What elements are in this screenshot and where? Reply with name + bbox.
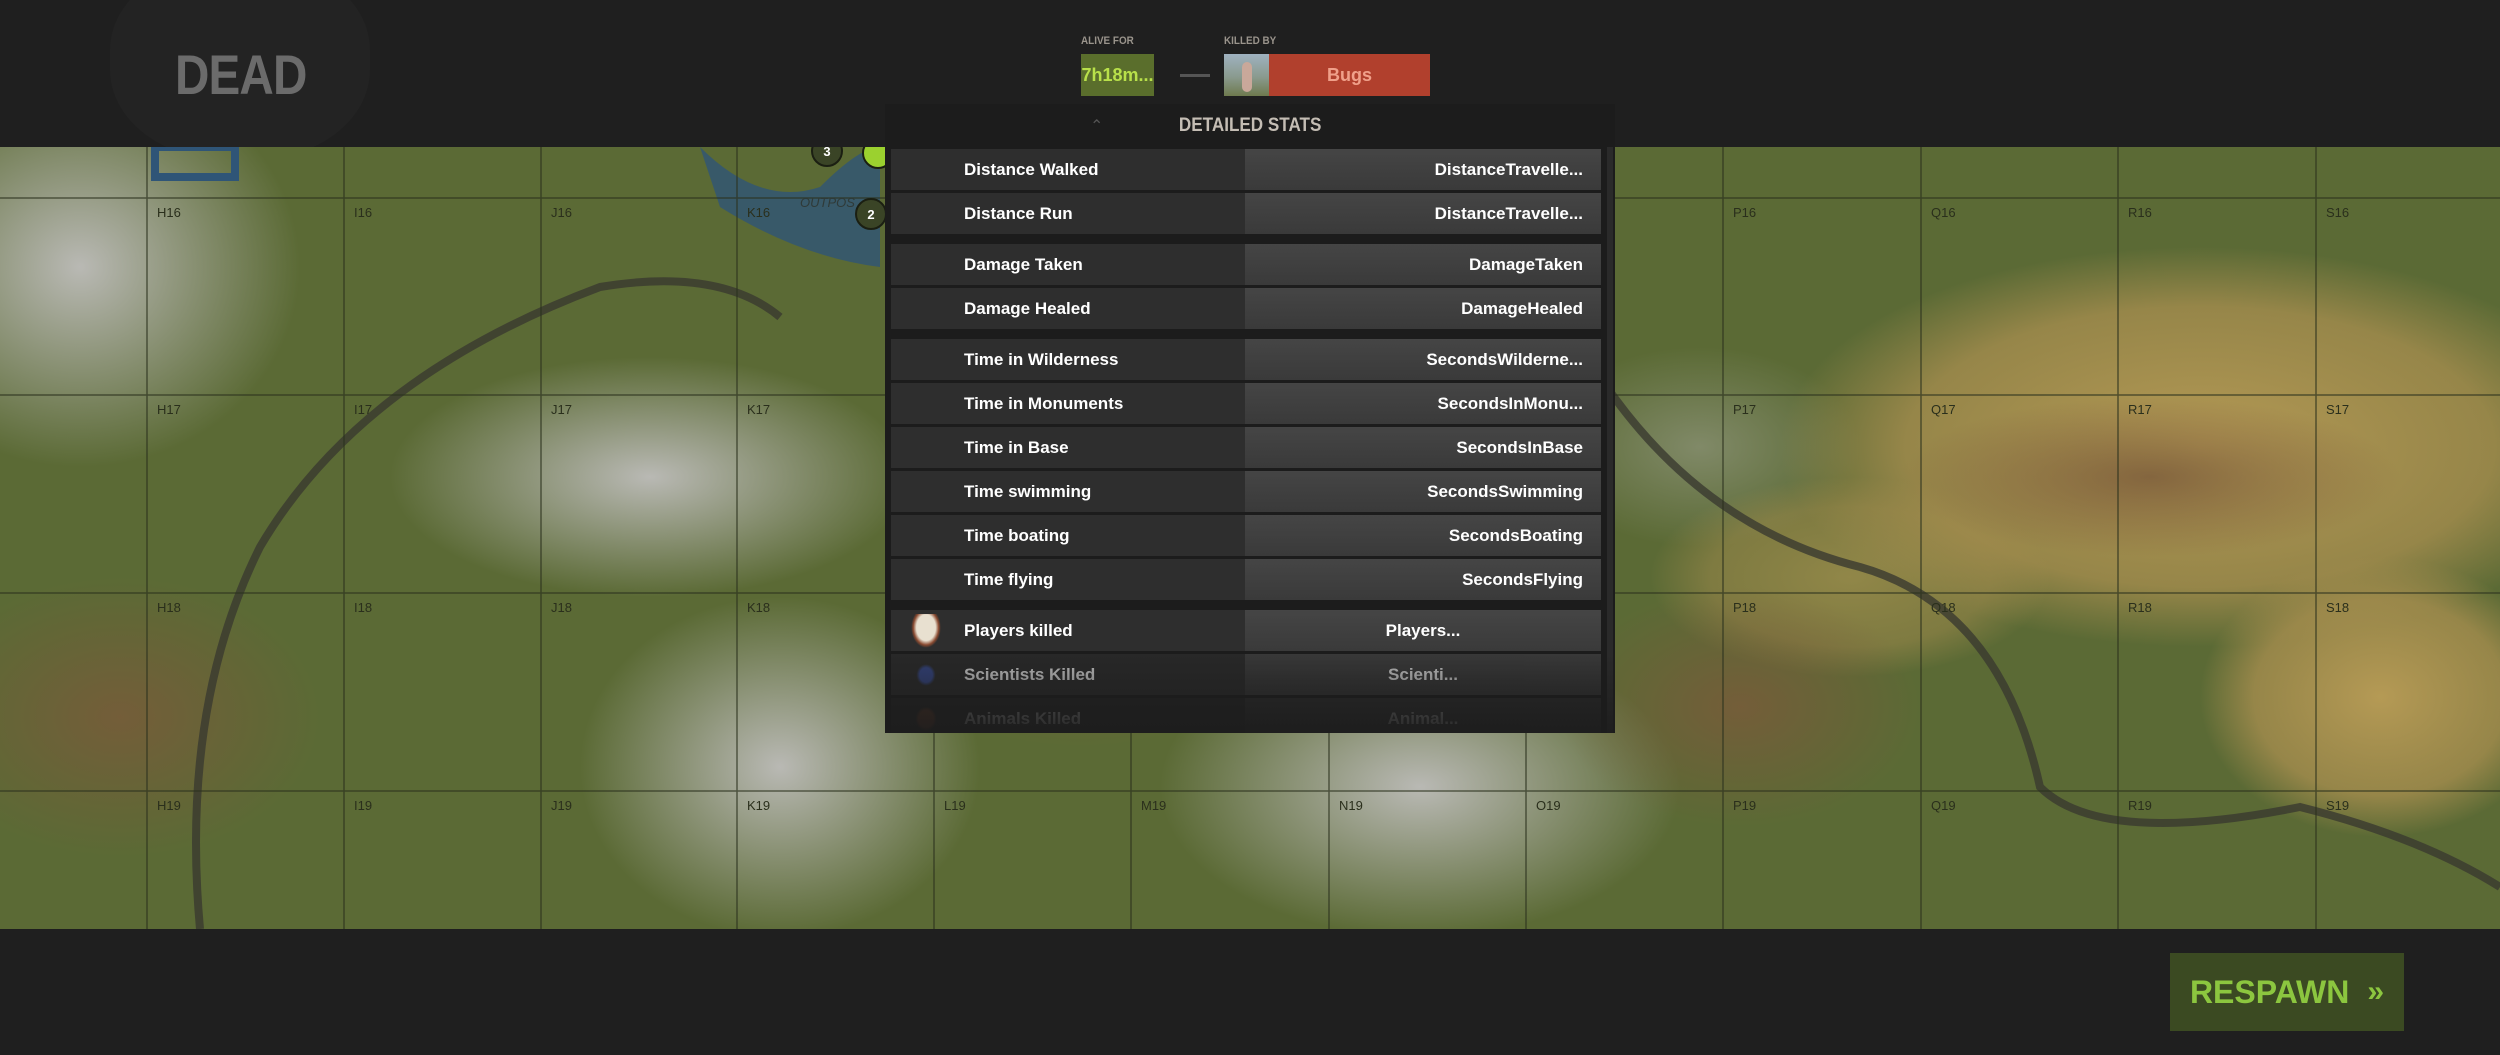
killer-name: Bugs <box>1327 64 1372 85</box>
stat-label: Distance Run <box>891 193 1245 234</box>
double-chevron-right-icon: » <box>2367 975 2385 1008</box>
stat-row: Damage Taken DamageTaken <box>891 244 1601 285</box>
grid-label: M19 <box>1141 798 1167 813</box>
grid-label: Q16 <box>1931 205 1956 220</box>
grid-label: O19 <box>1536 798 1561 813</box>
scrollbar[interactable] <box>1607 147 1613 733</box>
grid-label: J19 <box>551 798 572 813</box>
detailed-stats-header[interactable]: ⌃ DETAILED STATS <box>885 104 1615 147</box>
grid-label: S18 <box>2326 600 2350 615</box>
animal-icon <box>911 702 941 733</box>
alive-for-label: ALIVE FOR <box>1081 35 1134 47</box>
skull-icon <box>911 614 941 648</box>
grid-label: P19 <box>1733 798 1757 813</box>
stat-label: Time boating <box>891 515 1245 556</box>
place-label: OUTPOS <box>800 195 855 210</box>
grid-label: S17 <box>2326 402 2350 417</box>
stat-value: SecondsWilderne... <box>1245 339 1601 380</box>
grid-label: J16 <box>551 205 572 220</box>
stat-value: DamageHealed <box>1245 288 1601 329</box>
grid-label: L19 <box>944 798 966 813</box>
alive-for-value: 7h18m... <box>1081 54 1154 96</box>
stat-value: SecondsBoating <box>1245 515 1601 556</box>
respawn-label: RESPAWN <box>2189 973 2350 1010</box>
grid-label: R16 <box>2128 205 2152 220</box>
grid-label: I16 <box>354 205 373 220</box>
grid-label: R17 <box>2128 402 2152 417</box>
stat-value: SecondsInMonu... <box>1245 383 1601 424</box>
grid-label: J17 <box>551 402 572 417</box>
killer-card: Bugs <box>1224 54 1430 96</box>
stat-value: SecondsSwimming <box>1245 471 1601 512</box>
stat-label: Time swimming <box>891 471 1245 512</box>
grid-label: Q18 <box>1931 600 1956 615</box>
grid-label: K16 <box>747 205 771 220</box>
detailed-stats-title: DETAILED STATS <box>1178 114 1322 136</box>
stat-value: Animal... <box>1245 698 1601 733</box>
stat-value: DistanceTravelle... <box>1245 149 1601 190</box>
stat-value: Scienti... <box>1245 654 1601 695</box>
grid-label: R18 <box>2128 600 2152 615</box>
stat-label: Players killed <box>964 620 1073 640</box>
map-marker[interactable]: 2 <box>855 198 887 230</box>
stat-row: Time in Wilderness SecondsWilderne... <box>891 339 1601 380</box>
grid-label: Q19 <box>1931 798 1956 813</box>
stat-row: Time boating SecondsBoating <box>891 515 1601 556</box>
stat-row: Time flying SecondsFlying <box>891 559 1601 600</box>
stat-label: Distance Walked <box>891 149 1245 190</box>
grid-label: P16 <box>1733 205 1757 220</box>
stat-value: DistanceTravelle... <box>1245 193 1601 234</box>
bottom-bar <box>0 929 2500 1055</box>
stat-value: DamageTaken <box>1245 244 1601 285</box>
stat-value: Players... <box>1245 610 1601 651</box>
stat-row: Damage Healed DamageHealed <box>891 288 1601 329</box>
grid-label: K17 <box>747 402 771 417</box>
stat-row: Time in Monuments SecondsInMonu... <box>891 383 1601 424</box>
grid-label: P18 <box>1733 600 1757 615</box>
stat-label: Animals Killed <box>964 708 1082 728</box>
grid-label: H19 <box>157 798 181 813</box>
grid-label: R19 <box>2128 798 2152 813</box>
grid-label: I19 <box>354 798 373 813</box>
separator <box>1180 74 1210 77</box>
killer-avatar <box>1224 54 1269 96</box>
detailed-stats-panel: ⌃ DETAILED STATS Distance Walked Distance… <box>885 104 1615 733</box>
grid-label: P17 <box>1733 402 1757 417</box>
grid-label: H17 <box>157 402 181 417</box>
grid-label: J18 <box>551 600 572 615</box>
grid-label: S16 <box>2326 205 2350 220</box>
stat-row: Distance Walked DistanceTravelle... <box>891 149 1601 190</box>
grid-label: I18 <box>354 600 373 615</box>
stat-row: Scientists Killed Scienti... <box>891 654 1601 695</box>
grid-label: K18 <box>747 600 771 615</box>
stat-row: Time in Base SecondsInBase <box>891 427 1601 468</box>
chevron-up-icon[interactable]: ⌃ <box>1090 116 1103 136</box>
stat-row: Animals Killed Animal... <box>891 698 1601 733</box>
stat-label: Damage Healed <box>891 288 1245 329</box>
scientist-icon <box>911 658 941 692</box>
grid-label: I17 <box>354 402 373 417</box>
grid-label: Q17 <box>1931 402 1956 417</box>
grid-label: S19 <box>2326 798 2350 813</box>
stat-label: Time flying <box>891 559 1245 600</box>
status-title: DEAD <box>175 43 307 106</box>
grid-label: H16 <box>157 205 181 220</box>
stat-row: Players killed Players... <box>891 610 1601 651</box>
stat-label: Scientists Killed <box>964 664 1096 684</box>
stat-row: Distance Run DistanceTravelle... <box>891 193 1601 234</box>
stat-label: Time in Monuments <box>891 383 1245 424</box>
stat-label: Damage Taken <box>891 244 1245 285</box>
respawn-button[interactable]: RESPAWN » <box>2170 953 2404 1031</box>
stat-value: SecondsInBase <box>1245 427 1601 468</box>
grid-label: K19 <box>747 798 771 813</box>
stat-label: Time in Wilderness <box>891 339 1245 380</box>
stat-row: Time swimming SecondsSwimming <box>891 471 1601 512</box>
grid-label: N19 <box>1339 798 1363 813</box>
stat-value: SecondsFlying <box>1245 559 1601 600</box>
killed-by-label: KILLED BY <box>1224 35 1277 47</box>
grid-label: H18 <box>157 600 181 615</box>
stat-label: Time in Base <box>891 427 1245 468</box>
